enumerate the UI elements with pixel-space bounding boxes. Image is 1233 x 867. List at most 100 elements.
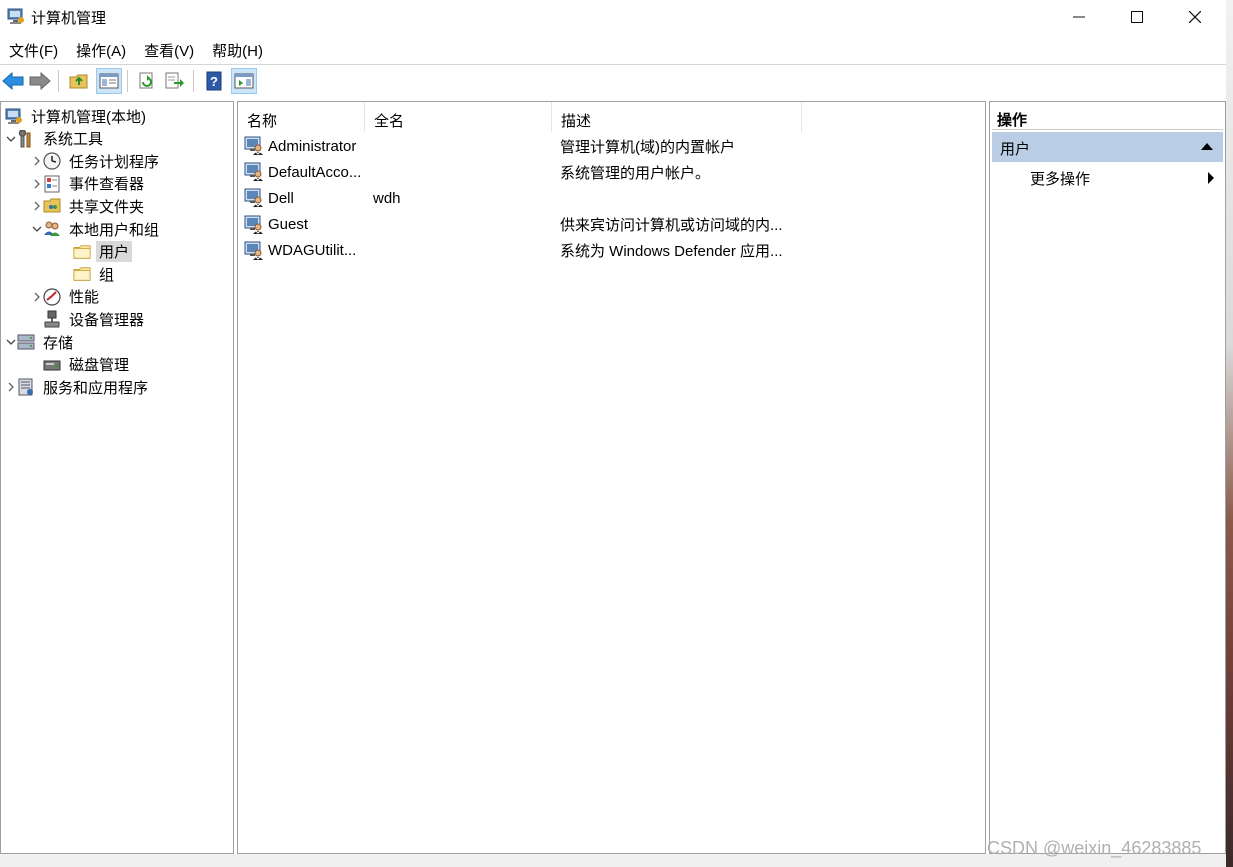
computer-management-icon (5, 107, 23, 125)
clock-icon (43, 152, 61, 170)
cell-description: 系统为 Windows Defender 应用... (560, 243, 783, 261)
table-row[interactable]: DefaultAcco... 系统管理的用户帐户。 (238, 159, 985, 185)
users-group-icon (43, 220, 61, 238)
up-folder-icon (69, 74, 88, 89)
toolbar-separator (193, 70, 194, 92)
menu-view[interactable]: 查看(V) (135, 38, 203, 62)
title-bar[interactable]: 计算机管理 (0, 0, 1226, 34)
close-button[interactable] (1166, 0, 1224, 34)
tree-item[interactable]: 用户 (55, 241, 133, 263)
tree-item[interactable]: 共享文件夹 (31, 195, 147, 217)
results-pane: 名称 全名 描述 Administrator 管理计算机(域)的内置帐户 Defau… (237, 101, 986, 854)
cell-name: WDAGUtilit... (244, 238, 364, 264)
menu-bar: 文件(F) 操作(A) 查看(V) 帮助(H) (0, 38, 272, 62)
show-hide-console-tree-button[interactable] (96, 68, 122, 94)
folder-icon (73, 265, 91, 283)
tree-item[interactable]: 本地用户和组 (31, 218, 162, 240)
user-account-icon (244, 215, 264, 235)
tree-item[interactable]: 设备管理器 (31, 308, 147, 330)
user-name: Dell (268, 189, 294, 207)
help-icon: ? (206, 71, 222, 91)
user-name: Administrator (268, 137, 357, 155)
tree-item[interactable]: 磁盘管理 (31, 354, 132, 376)
cell-name: Administrator (244, 133, 364, 159)
tree-item[interactable]: 服务和应用程序 (5, 376, 151, 398)
user-name: DefaultAcco... (268, 163, 362, 181)
window-title: 计算机管理 (31, 10, 107, 27)
cell-description: 系统管理的用户帐户。 (560, 164, 711, 182)
back-button[interactable] (0, 68, 26, 94)
event-viewer-icon (43, 175, 61, 193)
chevron-right-icon[interactable] (31, 155, 43, 167)
chevron-right-icon[interactable] (31, 200, 43, 212)
actions-title: 操作 (992, 104, 1223, 130)
tree-item[interactable]: 计算机管理(本地) (5, 105, 149, 127)
menu-action[interactable]: 操作(A) (67, 38, 135, 62)
tree-item-label: 任务计划程序 (69, 153, 160, 171)
tree-item[interactable]: 性能 (31, 286, 102, 308)
column-header-fullname[interactable]: 全名 (365, 102, 552, 132)
column-header-name[interactable]: 名称 (238, 102, 365, 132)
chevron-right-icon[interactable] (31, 291, 43, 303)
cell-fullname (373, 159, 553, 185)
actions-section-label: 用户 (1000, 141, 1031, 158)
user-account-icon (244, 188, 264, 208)
console-tree-icon (99, 73, 119, 89)
help-button[interactable]: ? (201, 68, 227, 94)
column-header-description[interactable]: 描述 (552, 102, 802, 132)
table-row[interactable]: Dell wdh (238, 185, 985, 211)
tree-item[interactable]: 事件查看器 (31, 173, 147, 195)
menu-file[interactable]: 文件(F) (0, 38, 67, 62)
forward-button[interactable] (27, 68, 53, 94)
tree-item[interactable]: 任务计划程序 (31, 150, 162, 172)
tree-item-label: 事件查看器 (69, 176, 145, 194)
user-account-icon (244, 136, 264, 156)
disk-management-icon (43, 356, 61, 374)
collapse-triangle-icon[interactable] (1201, 143, 1213, 150)
export-list-button[interactable] (162, 68, 188, 94)
toolbar-separator (58, 70, 59, 92)
back-arrow-icon (2, 72, 24, 90)
shared-folder-icon (43, 197, 61, 215)
device-manager-icon (43, 310, 61, 328)
more-actions-item[interactable]: 更多操作 (1030, 168, 1090, 189)
chevron-down-icon[interactable] (5, 133, 17, 145)
desktop-background (1226, 0, 1233, 867)
cell-name: Guest (244, 212, 364, 238)
actions-pane: 操作 用户 更多操作 (989, 101, 1226, 854)
actions-section-users[interactable]: 用户 (992, 132, 1223, 162)
menu-help[interactable]: 帮助(H) (203, 38, 272, 62)
table-row[interactable]: Guest 供来宾访问计算机或访问域的内... (238, 212, 985, 238)
tree-item-label: 本地用户和组 (69, 221, 160, 239)
cell-fullname (373, 238, 553, 264)
tree-item[interactable]: 存储 (5, 331, 76, 353)
tree-item-label: 磁盘管理 (69, 357, 130, 375)
refresh-button[interactable] (134, 68, 160, 94)
cell-name: Dell (244, 185, 364, 211)
chevron-down-icon[interactable] (31, 223, 43, 235)
submenu-arrow-icon[interactable] (1208, 172, 1214, 184)
maximize-button[interactable] (1108, 0, 1166, 34)
tree-item-label: 存储 (43, 334, 74, 352)
user-account-icon (244, 162, 264, 182)
tree-item[interactable]: 系统工具 (5, 128, 106, 150)
chevron-right-icon[interactable] (5, 381, 17, 393)
tree-item-label: 性能 (69, 289, 100, 307)
folder-icon (73, 243, 91, 261)
action-pane-icon (234, 73, 254, 89)
show-hide-action-pane-button[interactable] (231, 68, 257, 94)
chevron-right-icon[interactable] (31, 178, 43, 190)
tree-item-label: 计算机管理(本地) (31, 108, 146, 126)
tree-item-label: 组 (99, 266, 115, 284)
table-row[interactable]: Administrator 管理计算机(域)的内置帐户 (238, 133, 985, 159)
performance-icon (43, 288, 61, 306)
up-folder-button[interactable] (66, 68, 92, 94)
tree-item[interactable]: 组 (55, 263, 117, 285)
minimize-button[interactable] (1050, 0, 1108, 34)
chevron-down-icon[interactable] (5, 336, 17, 348)
table-row[interactable]: WDAGUtilit... 系统为 Windows Defender 应用... (238, 238, 985, 264)
tree-item-label: 设备管理器 (69, 311, 145, 329)
